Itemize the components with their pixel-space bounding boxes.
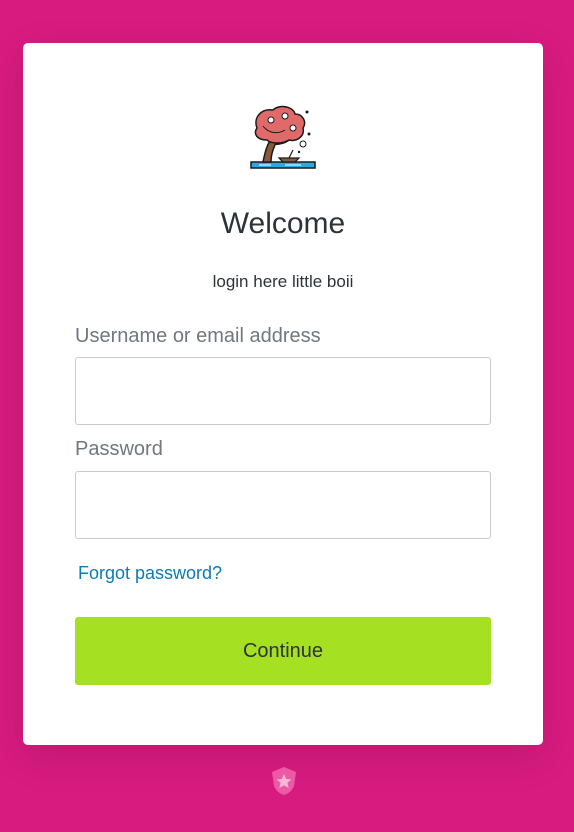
username-label: Username or email address [75, 325, 321, 347]
login-card: Welcome login here little boii Username … [23, 43, 543, 745]
continue-button[interactable]: Continue [75, 617, 491, 685]
star-shield-icon [272, 767, 296, 795]
page-subtitle: login here little boii [212, 272, 354, 291]
cherry-blossom-tree-icon [250, 105, 316, 169]
password-input[interactable] [75, 471, 491, 539]
password-label: Password [75, 438, 163, 460]
forgot-password-link[interactable]: Forgot password? [78, 562, 222, 584]
username-input[interactable] [75, 357, 491, 425]
page-title: Welcome [220, 207, 346, 240]
